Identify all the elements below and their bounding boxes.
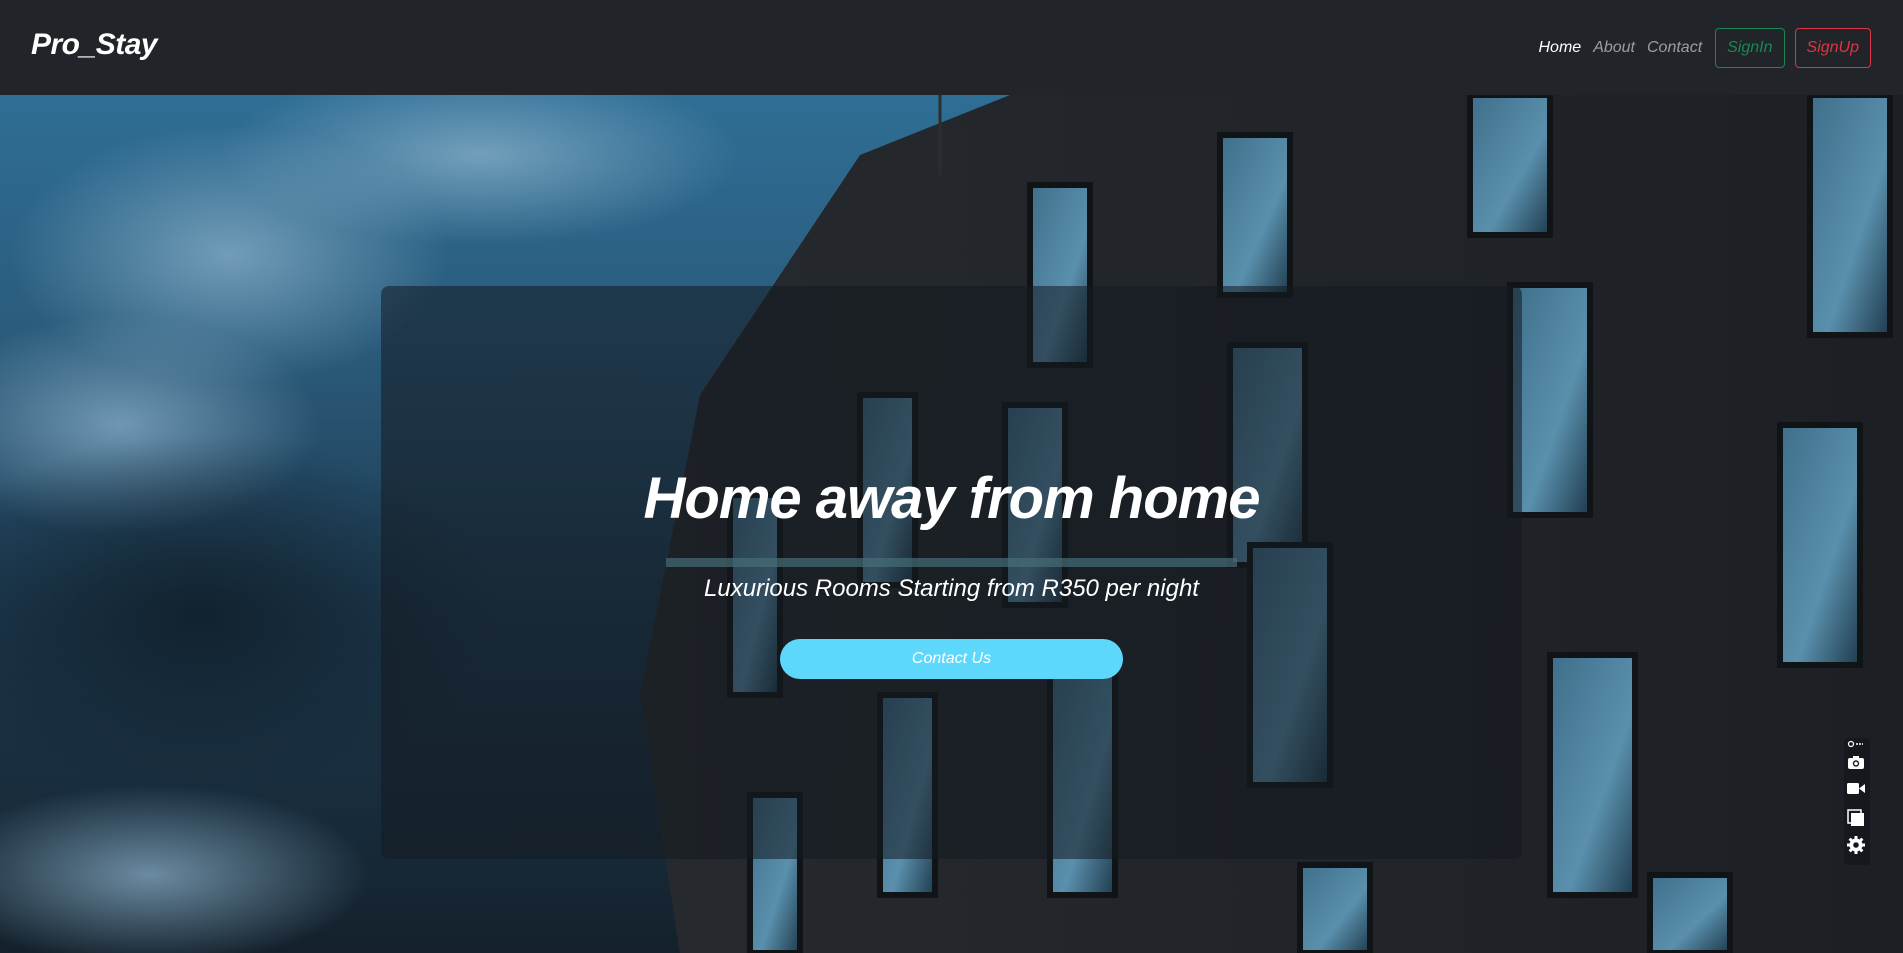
pin-icon[interactable] (1847, 740, 1867, 752)
nav-link-home[interactable]: Home (1534, 28, 1587, 68)
hero-card (381, 286, 1522, 859)
screen-capture-toolbar (1844, 738, 1870, 865)
hero-subtitle: Luxurious Rooms Starting from R350 per n… (704, 575, 1199, 602)
signup-button[interactable]: SignUp (1794, 28, 1871, 68)
hero-section: Home away from home Luxurious Rooms Star… (0, 95, 1903, 953)
navbar: Pro_Stay Home About Contact SignIn SignU… (0, 0, 1903, 95)
contact-us-button[interactable]: Contact Us (780, 639, 1123, 679)
hero-title: Home away from home (643, 466, 1261, 531)
video-icon[interactable] (1847, 782, 1867, 802)
brand-logo[interactable]: Pro_Stay (31, 28, 158, 62)
hero-divider (666, 558, 1237, 567)
signin-button[interactable]: SignIn (1715, 28, 1785, 68)
nav-link-contact[interactable]: Contact (1642, 28, 1707, 68)
nav-links: Home About Contact SignIn SignUp (1534, 28, 1871, 68)
nav-link-about[interactable]: About (1588, 28, 1640, 68)
gear-icon[interactable] (1847, 836, 1867, 856)
copy-icon[interactable] (1847, 809, 1867, 829)
camera-icon[interactable] (1847, 755, 1867, 775)
